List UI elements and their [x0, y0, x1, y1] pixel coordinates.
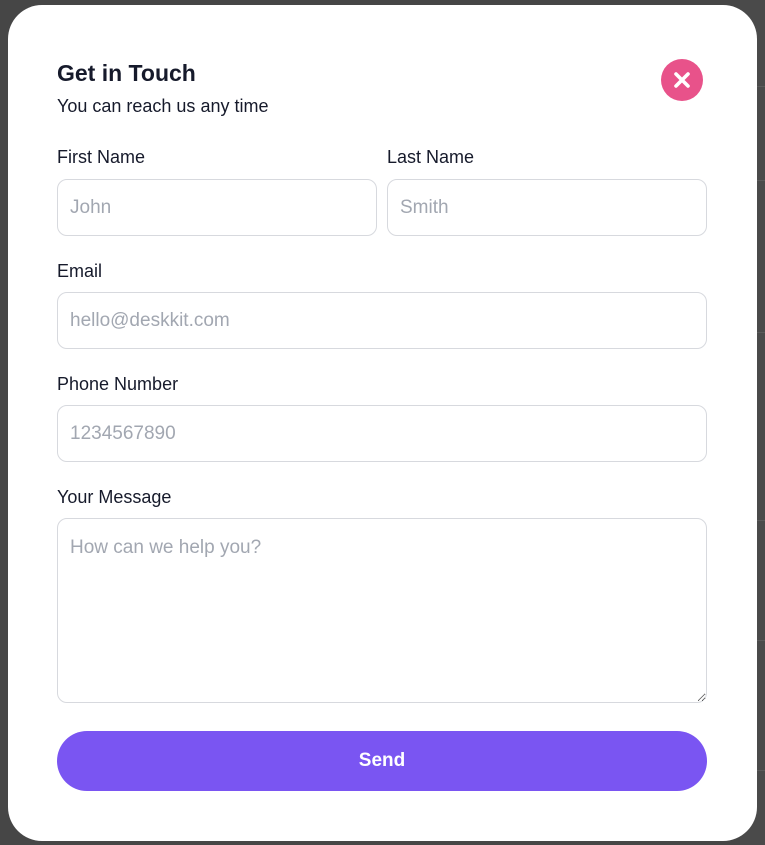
send-button[interactable]: Send — [57, 731, 707, 791]
email-input[interactable] — [57, 292, 707, 349]
last-name-input[interactable] — [387, 179, 707, 236]
message-label: Your Message — [57, 487, 172, 507]
modal-subtitle: You can reach us any time — [57, 96, 269, 116]
close-icon — [674, 72, 690, 88]
modal-title: Get in Touch — [57, 60, 196, 86]
last-name-label: Last Name — [387, 147, 475, 167]
phone-label: Phone Number — [57, 374, 179, 394]
message-textarea[interactable] — [57, 518, 707, 703]
contact-modal: Get in Touch You can reach us any time F… — [8, 5, 757, 841]
first-name-label: First Name — [57, 147, 146, 167]
email-label: Email — [57, 261, 103, 281]
close-button[interactable] — [661, 59, 703, 101]
first-name-input[interactable] — [57, 179, 377, 236]
phone-input[interactable] — [57, 405, 707, 462]
